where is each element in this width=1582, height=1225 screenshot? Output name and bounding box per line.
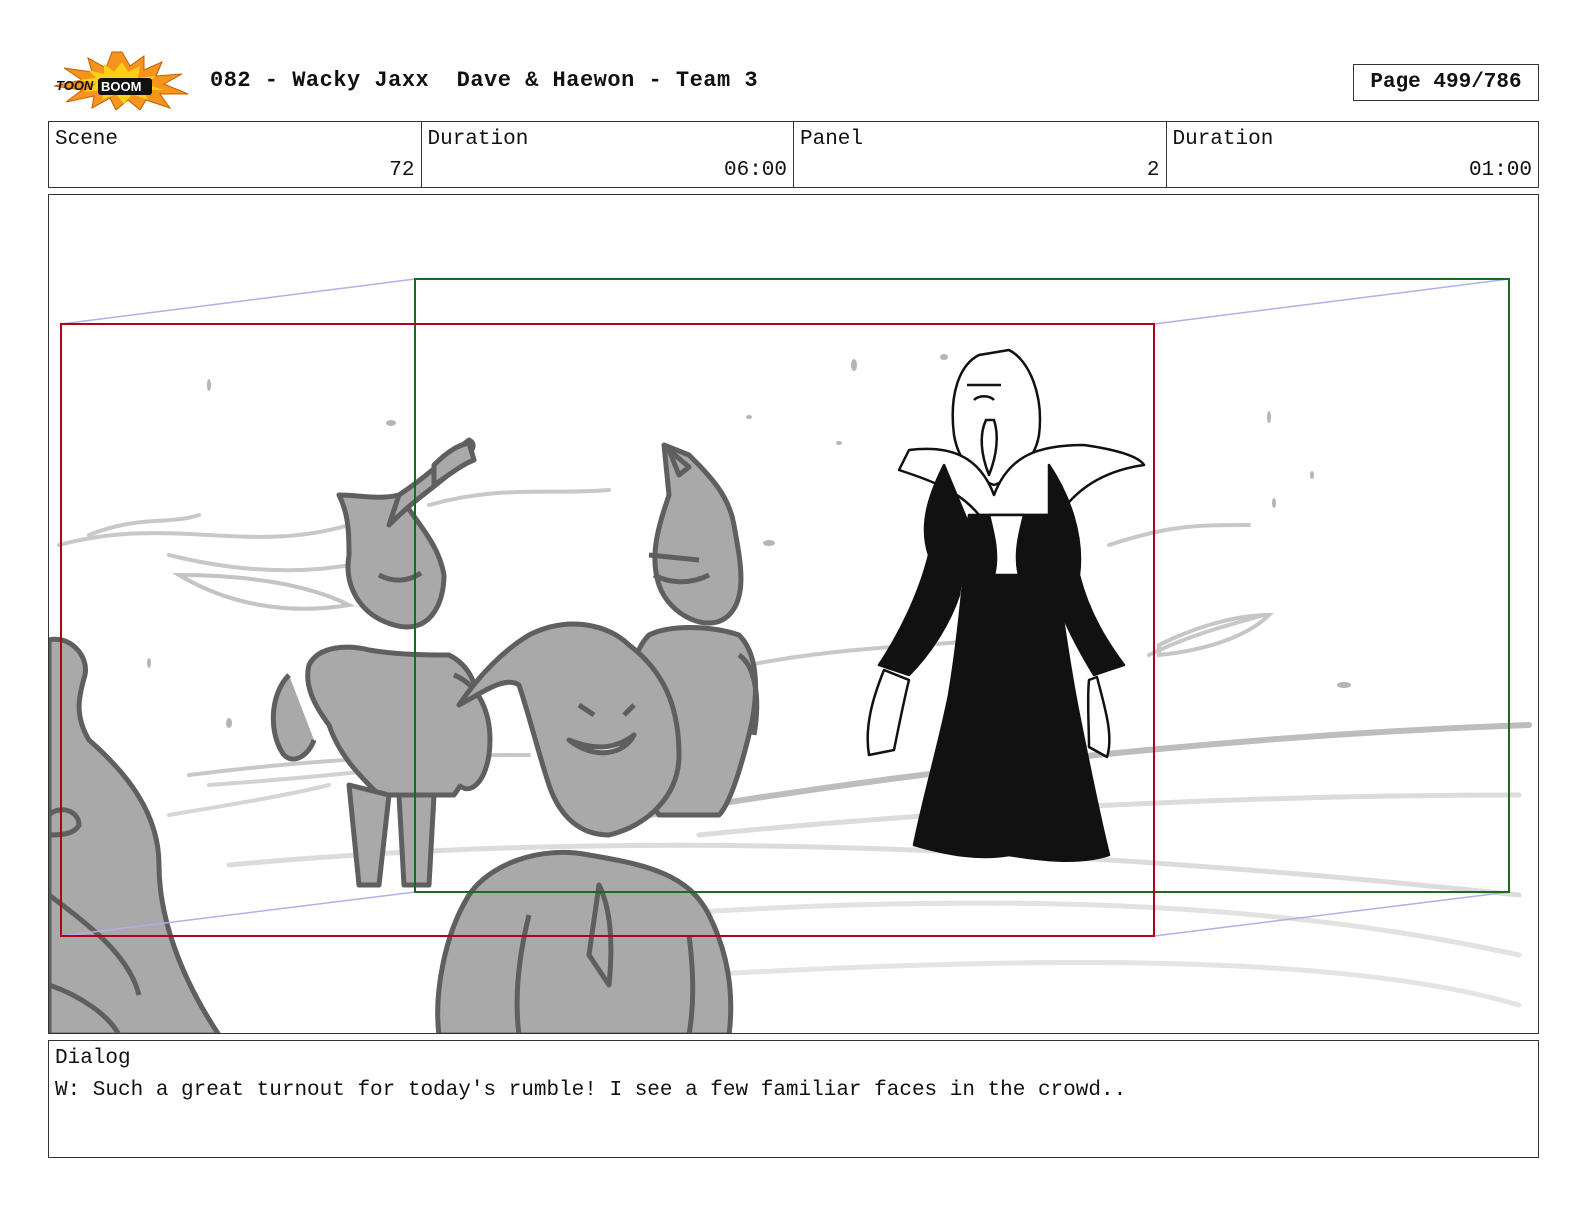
dialog-label: Dialog bbox=[55, 1047, 131, 1070]
panel-duration-cell: Duration 01:00 bbox=[1167, 122, 1539, 187]
main-character-sketch bbox=[866, 348, 1146, 862]
storyboard-panel bbox=[48, 194, 1539, 1034]
scene-cell: Scene 72 bbox=[49, 122, 422, 187]
crowd-figure-left bbox=[49, 636, 221, 1033]
panel-duration-label: Duration bbox=[1172, 128, 1274, 151]
panel-cell: Panel 2 bbox=[794, 122, 1167, 187]
scene-label: Scene bbox=[55, 128, 119, 151]
panel-duration-value: 01:00 bbox=[1468, 159, 1532, 182]
panel-label: Panel bbox=[800, 128, 864, 151]
scene-value: 72 bbox=[389, 159, 415, 182]
crowd-figure-waving bbox=[270, 437, 493, 888]
toonboom-logo-icon: TOON BOOM bbox=[53, 51, 189, 110]
scene-duration-label: Duration bbox=[427, 128, 529, 151]
svg-text:TOON: TOON bbox=[56, 78, 94, 93]
scene-info-row: Scene 72 Duration 06:00 Panel 2 Duration… bbox=[48, 121, 1539, 188]
scene-duration-cell: Duration 06:00 bbox=[422, 122, 794, 187]
dialog-text: W: Such a great turnout for today's rumb… bbox=[55, 1079, 1127, 1102]
page-indicator: Page 499/786 bbox=[1353, 64, 1539, 101]
storyboard-drawing bbox=[49, 278, 1532, 1033]
dialog-box: Dialog W: Such a great turnout for today… bbox=[48, 1040, 1539, 1158]
panel-value: 2 bbox=[1146, 159, 1160, 182]
scene-duration-value: 06:00 bbox=[723, 159, 787, 182]
svg-text:BOOM: BOOM bbox=[101, 79, 141, 94]
document-title: 082 - Wacky Jaxx Dave & Haewon - Team 3 bbox=[210, 68, 759, 93]
